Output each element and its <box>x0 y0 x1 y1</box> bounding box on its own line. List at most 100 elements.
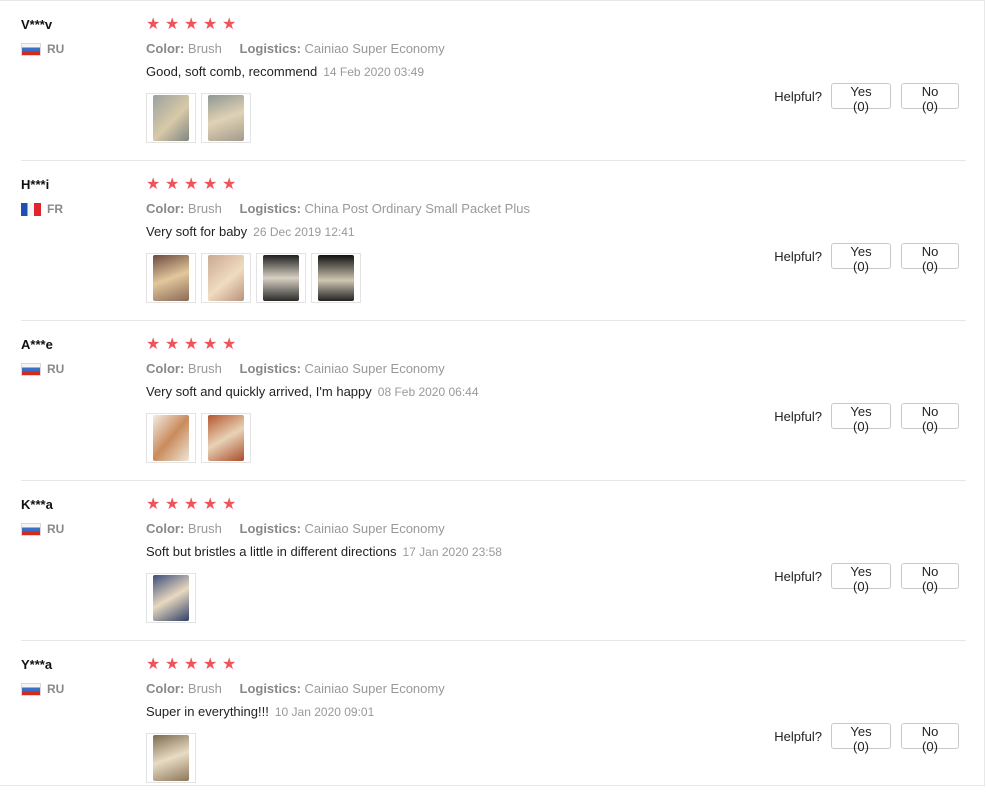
helpful-yes-button[interactable]: Yes (0) <box>831 243 891 274</box>
helpful-no-button[interactable]: No (0) <box>901 563 959 594</box>
star-icon: ★ <box>146 496 161 513</box>
helpful-controls: Helpful? Yes (0) No (0) <box>774 723 959 754</box>
star-icon: ★ <box>203 176 218 193</box>
review-item: V***v RU ★ ★ ★ ★ ★ Color: Brush Logistics: C… <box>0 1 966 161</box>
logistics-label: Logistics: <box>239 201 301 216</box>
helpful-label: Helpful? <box>774 728 822 744</box>
review-photo-thumbnail[interactable] <box>256 253 306 303</box>
logistics-label: Logistics: <box>239 41 301 56</box>
logistics-value: Cainiao Super Economy <box>304 41 445 56</box>
star-icon: ★ <box>222 496 237 513</box>
review-item: Y***a RU ★ ★ ★ ★ ★ Color: Brush Logistics: C… <box>0 641 966 801</box>
reviews-frame: V***v RU ★ ★ ★ ★ ★ Color: Brush Logistics: C… <box>0 0 985 786</box>
reviewer: V***v RU <box>21 17 64 56</box>
review-photos <box>146 93 251 143</box>
country-code: RU <box>47 362 65 376</box>
reviewer-name: V***v <box>21 17 53 32</box>
star-icon: ★ <box>184 16 199 33</box>
ru-flag-icon <box>21 522 41 536</box>
review-date: 10 Jan 2020 09:01 <box>274 705 375 719</box>
reviewer-country: RU <box>21 362 64 376</box>
logistics-value: Cainiao Super Economy <box>304 361 445 376</box>
ru-flag-icon <box>21 682 41 696</box>
star-icon: ★ <box>146 336 161 353</box>
helpful-label: Helpful? <box>774 408 822 424</box>
fr-flag-icon <box>21 202 41 216</box>
review-photo-thumbnail[interactable] <box>146 413 196 463</box>
logistics-value: China Post Ordinary Small Packet Plus <box>304 201 530 216</box>
review-content: ★ ★ ★ ★ ★ Color: Brush Logistics: Cainiao Su… <box>146 497 966 623</box>
review-photo-thumbnail[interactable] <box>146 93 196 143</box>
review-text-row: Very soft and quickly arrived, I'm happy… <box>146 384 966 399</box>
star-rating: ★ ★ ★ ★ ★ <box>146 497 966 513</box>
color-label: Color: <box>146 681 185 696</box>
review-text: Very soft for baby <box>146 224 248 239</box>
reviewer: K***a RU <box>21 497 64 536</box>
star-icon: ★ <box>165 496 180 513</box>
star-icon: ★ <box>203 16 218 33</box>
color-value: Brush <box>187 361 222 376</box>
review-text-row: Soft but bristles a little in different … <box>146 544 966 559</box>
review-item: H***i FR ★ ★ ★ ★ ★ Color: Brush Logistics: C… <box>0 161 966 321</box>
reviewer-name: A***e <box>21 337 53 352</box>
star-rating: ★ ★ ★ ★ ★ <box>146 657 966 673</box>
review-photos <box>146 733 196 783</box>
star-icon: ★ <box>222 16 237 33</box>
color-value: Brush <box>187 41 222 56</box>
review-photo-thumbnail[interactable] <box>146 253 196 303</box>
review-meta: Color: Brush Logistics: Cainiao Super Ec… <box>146 361 966 376</box>
star-rating: ★ ★ ★ ★ ★ <box>146 337 966 353</box>
helpful-no-button[interactable]: No (0) <box>901 403 959 434</box>
star-icon: ★ <box>165 656 180 673</box>
logistics-label: Logistics: <box>239 361 301 376</box>
reviewer-name: H***i <box>21 177 50 192</box>
color-value: Brush <box>187 681 222 696</box>
reviewer: A***e RU <box>21 337 64 376</box>
review-photo-thumbnail[interactable] <box>146 733 196 783</box>
review-content: ★ ★ ★ ★ ★ Color: Brush Logistics: China Post… <box>146 176 966 303</box>
star-icon: ★ <box>184 336 199 353</box>
review-text: Super in everything!!! <box>146 704 269 719</box>
review-photo-thumbnail[interactable] <box>201 253 251 303</box>
review-photo-thumbnail[interactable] <box>201 93 251 143</box>
color-label: Color: <box>146 41 185 56</box>
review-text: Very soft and quickly arrived, I'm happy <box>146 384 372 399</box>
color-label: Color: <box>146 361 185 376</box>
review-photo-thumbnail[interactable] <box>311 253 361 303</box>
color-label: Color: <box>146 521 185 536</box>
helpful-yes-button[interactable]: Yes (0) <box>831 83 891 114</box>
color-value: Brush <box>187 201 222 216</box>
reviewer-name: Y***a <box>21 657 53 672</box>
review-photo-thumbnail[interactable] <box>201 413 251 463</box>
helpful-controls: Helpful? Yes (0) No (0) <box>774 243 959 274</box>
star-rating: ★ ★ ★ ★ ★ <box>146 17 966 33</box>
helpful-controls: Helpful? Yes (0) No (0) <box>774 563 959 594</box>
helpful-controls: Helpful? Yes (0) No (0) <box>774 83 959 114</box>
helpful-yes-button[interactable]: Yes (0) <box>831 563 891 594</box>
review-content: ★ ★ ★ ★ ★ Color: Brush Logistics: Cainiao Su… <box>146 17 966 143</box>
reviewer: Y***a RU <box>21 657 64 696</box>
helpful-no-button[interactable]: No (0) <box>901 243 959 274</box>
review-item: A***e RU ★ ★ ★ ★ ★ Color: Brush Logistics: C… <box>0 321 966 481</box>
logistics-label: Logistics: <box>239 521 301 536</box>
helpful-label: Helpful? <box>774 88 822 104</box>
helpful-yes-button[interactable]: Yes (0) <box>831 723 891 754</box>
helpful-no-button[interactable]: No (0) <box>901 83 959 114</box>
ru-flag-icon <box>21 42 41 56</box>
review-meta: Color: Brush Logistics: Cainiao Super Ec… <box>146 681 966 696</box>
reviewer-country: RU <box>21 522 64 536</box>
star-icon: ★ <box>184 176 199 193</box>
helpful-label: Helpful? <box>774 568 822 584</box>
review-date: 14 Feb 2020 03:49 <box>323 65 425 79</box>
helpful-yes-button[interactable]: Yes (0) <box>831 403 891 434</box>
star-icon: ★ <box>222 656 237 673</box>
review-photo-thumbnail[interactable] <box>146 573 196 623</box>
review-date: 26 Dec 2019 12:41 <box>253 225 355 239</box>
review-content: ★ ★ ★ ★ ★ Color: Brush Logistics: Cainiao Su… <box>146 337 966 463</box>
helpful-no-button[interactable]: No (0) <box>901 723 959 754</box>
reviewer-country: RU <box>21 42 64 56</box>
logistics-value: Cainiao Super Economy <box>304 681 445 696</box>
star-icon: ★ <box>203 656 218 673</box>
logistics-value: Cainiao Super Economy <box>304 521 445 536</box>
review-photos <box>146 413 251 463</box>
